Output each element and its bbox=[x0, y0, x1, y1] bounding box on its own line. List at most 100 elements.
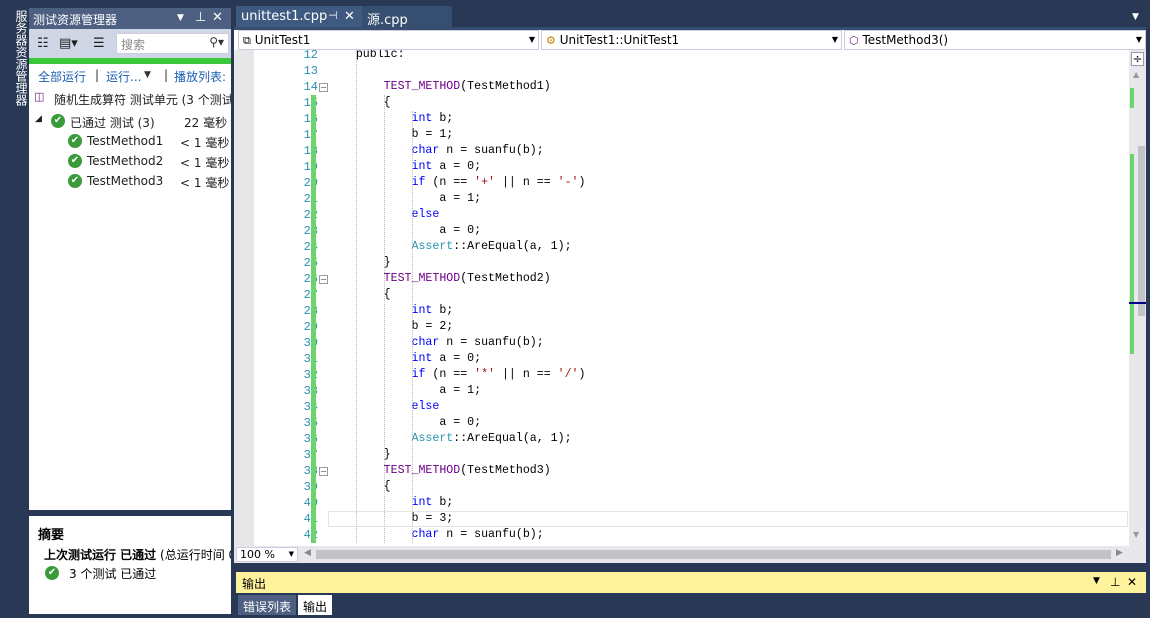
group-by-icon[interactable]: ☷ bbox=[37, 36, 49, 51]
code-token: n = suanfu(b); bbox=[439, 336, 544, 349]
line-number: 29 bbox=[254, 319, 318, 335]
method-icon: ⬡ bbox=[849, 34, 859, 47]
test-name: TestMethod3 bbox=[87, 174, 164, 188]
pin-icon[interactable]: ⊣ bbox=[328, 9, 338, 22]
code-line: char n = suanfu(b); bbox=[328, 143, 544, 159]
line-number: 20 bbox=[254, 175, 318, 191]
test-time: < 1 毫秒 bbox=[180, 136, 230, 150]
code-line: if (n == '+' || n == '-') bbox=[328, 175, 586, 191]
line-number: 15 bbox=[254, 95, 318, 111]
line-number: 35 bbox=[254, 415, 318, 431]
pin-icon[interactable]: ⊥ bbox=[195, 10, 206, 25]
tab-unittest1[interactable]: unittest1.cpp ⊣ ✕ bbox=[236, 6, 362, 28]
code-line: { bbox=[328, 479, 391, 495]
code-token: else bbox=[411, 400, 440, 413]
tab-error-list[interactable]: 错误列表 bbox=[238, 595, 296, 615]
test-time: < 1 毫秒 bbox=[180, 176, 230, 190]
collapse-icon[interactable]: − bbox=[319, 467, 328, 476]
project-node[interactable]: ◫ 随机生成算符 测试单元 (3 个测试) bbox=[29, 88, 231, 108]
code-token: { bbox=[328, 96, 391, 109]
tab-output[interactable]: 输出 bbox=[298, 595, 332, 615]
code-token: char bbox=[411, 528, 440, 541]
code-token: (TestMethod3) bbox=[460, 464, 551, 477]
test-item[interactable]: ✔ TestMethod2 < 1 毫秒 bbox=[29, 151, 231, 171]
playlist-icon[interactable]: ☰ bbox=[93, 36, 105, 51]
indent-guide bbox=[356, 50, 357, 543]
line-number: 23 bbox=[254, 223, 318, 239]
expand-icon[interactable]: ◢ bbox=[35, 114, 42, 124]
class-dropdown[interactable]: ⚙ UnitTest1::UnitTest1 ▼ bbox=[541, 30, 842, 50]
run-all-link[interactable]: 全部运行 bbox=[38, 68, 86, 84]
search-input[interactable]: 搜索 ⚲▾ bbox=[116, 33, 229, 54]
code-line: int b; bbox=[328, 495, 454, 511]
code-token: (n == bbox=[425, 176, 475, 189]
run-dropdown-icon[interactable]: ▼ bbox=[144, 70, 151, 80]
line-number: 31 bbox=[254, 351, 318, 367]
code-token: n = suanfu(b); bbox=[439, 144, 544, 157]
scope-dropdown[interactable]: ⧉ UnitTest1 ▼ bbox=[238, 30, 539, 50]
code-line: int a = 0; bbox=[328, 351, 482, 367]
run-link[interactable]: 运行... bbox=[106, 68, 141, 84]
tab-source[interactable]: 源.cpp bbox=[362, 6, 452, 28]
code-token: b; bbox=[432, 304, 454, 317]
dropdown-icon[interactable]: ▼ bbox=[177, 13, 184, 23]
pin-icon[interactable]: ⊥ bbox=[1110, 575, 1120, 589]
code-token: char bbox=[411, 336, 440, 349]
scroll-up-icon[interactable]: ▲ bbox=[1133, 70, 1139, 79]
code-line: a = 1; bbox=[328, 191, 481, 207]
code-editor[interactable]: 12 public: 13 14 TEST_METHOD(TestMethod1) −… bbox=[234, 50, 1146, 546]
tab-overflow-icon[interactable]: ▼ bbox=[1132, 12, 1139, 22]
code-line: { bbox=[328, 95, 391, 111]
split-icon[interactable]: ÷ bbox=[1131, 52, 1144, 66]
test-explorer-title: 测试资源管理器 ▼ ⊥ ✕ bbox=[29, 8, 231, 29]
line-number: 17 bbox=[254, 127, 318, 143]
test-item[interactable]: ✔ TestMethod3 < 1 毫秒 bbox=[29, 171, 231, 191]
code-token: '/' bbox=[557, 368, 579, 381]
code-token: (n == bbox=[425, 368, 475, 381]
line-number: 30 bbox=[254, 335, 318, 351]
code-line: b = 2; bbox=[328, 319, 453, 335]
code-line: } bbox=[328, 447, 391, 463]
collapse-icon[interactable]: − bbox=[319, 275, 328, 284]
scroll-thumb[interactable] bbox=[1138, 146, 1145, 316]
playlist-link[interactable]: 播放列表: bbox=[174, 68, 226, 84]
scroll-right-icon[interactable]: ▶ bbox=[1116, 548, 1123, 558]
horizontal-scroll-thumb[interactable] bbox=[316, 550, 1111, 559]
code-token: } bbox=[328, 448, 391, 461]
code-token: { bbox=[328, 480, 391, 493]
passed-icon: ✔ bbox=[45, 566, 59, 580]
zoom-dropdown[interactable]: 100 % ▼ bbox=[236, 547, 298, 562]
code-line: b = 1; bbox=[328, 127, 453, 143]
code-token: int bbox=[411, 352, 433, 365]
summary-title: 摘要 bbox=[38, 528, 65, 543]
group-node-passed[interactable]: ◢ ✔ 已通过 测试 (3) 22 毫秒 bbox=[29, 111, 231, 131]
code-token: || n == bbox=[495, 368, 558, 381]
scroll-left-icon[interactable]: ◀ bbox=[304, 548, 311, 558]
tab-label: 源.cpp bbox=[367, 13, 408, 28]
code-token: int bbox=[411, 496, 433, 509]
close-icon[interactable]: ✕ bbox=[344, 9, 355, 24]
test-item[interactable]: ✔ TestMethod1 < 1 毫秒 bbox=[29, 131, 231, 151]
code-token: char bbox=[411, 144, 440, 157]
vertical-scrollbar[interactable]: ÷ ▲ ▼ bbox=[1129, 50, 1146, 546]
server-explorer-tab[interactable]: 服务器资源管理器 bbox=[4, 8, 30, 208]
member-dropdown[interactable]: ⬡ TestMethod3() ▼ bbox=[844, 30, 1146, 50]
close-icon[interactable]: ✕ bbox=[1127, 575, 1137, 589]
collapse-icon[interactable]: − bbox=[319, 83, 328, 92]
passed-count: 3 个测试 已通过 bbox=[69, 567, 157, 581]
close-icon[interactable]: ✕ bbox=[212, 10, 223, 25]
columns-icon[interactable]: ▤▾ bbox=[59, 36, 78, 51]
search-icon[interactable]: ⚲▾ bbox=[209, 35, 224, 49]
dropdown-icon[interactable]: ▼ bbox=[1093, 576, 1100, 586]
code-token: : bbox=[397, 50, 405, 61]
test-time: < 1 毫秒 bbox=[180, 156, 230, 170]
scroll-down-icon[interactable]: ▼ bbox=[1133, 530, 1139, 539]
line-number: 26 bbox=[254, 271, 318, 287]
passed-icon: ✔ bbox=[68, 154, 82, 168]
